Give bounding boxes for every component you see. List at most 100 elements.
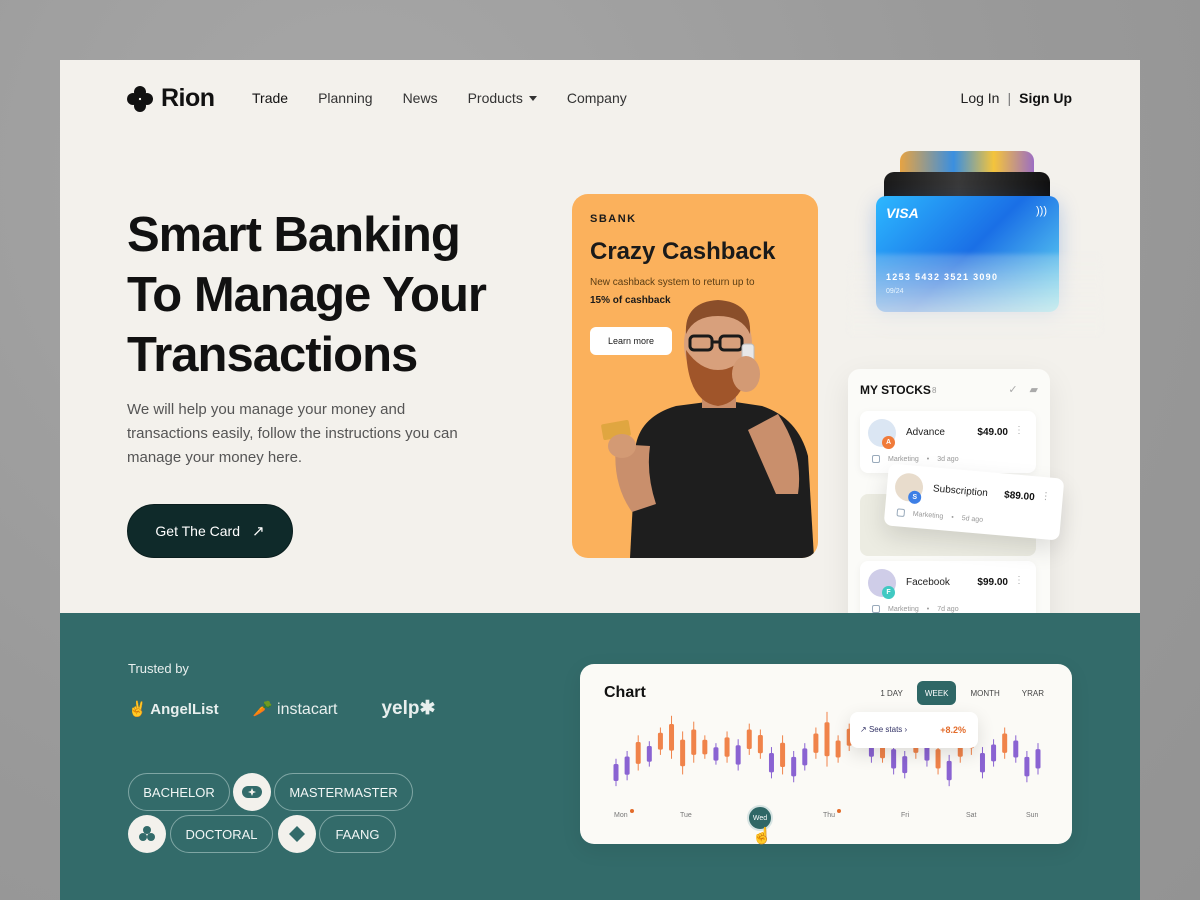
candle-body [680,739,686,767]
stock-name: Facebook [906,577,950,588]
stock-price: $99.00 [977,577,1008,588]
nav-company[interactable]: Company [567,90,627,106]
pill-doctoral[interactable]: DOCTORAL [170,815,273,853]
stock-category: Marketing [912,510,944,520]
arrow-up-right-icon: ↗ [251,523,265,540]
landing-page: Rion Trade Planning News Products Compan… [60,60,1140,900]
get-card-button[interactable]: Get The Card ↗ [127,504,293,558]
sparkle-icon-glyph [242,786,262,798]
candle-body [691,729,697,755]
yelp-logo: yelp✱ [381,698,436,719]
stock-meta: Marketing • 7d ago [872,605,959,613]
candle-body [1002,733,1008,753]
more-icon[interactable]: ⋮ [1040,491,1051,503]
nav-planning-label: Planning [318,90,373,106]
man-with-phone-illustration [601,300,814,558]
stats-tooltip[interactable]: ↗ See stats › +8.2% [850,712,978,748]
auth-links: Log In | Sign Up [961,90,1072,106]
logo-text: Rion [161,84,215,112]
more-icon[interactable]: ⋮ [1014,425,1024,436]
stock-price: $49.00 [977,427,1008,438]
candle-body [902,756,908,774]
day-label[interactable]: Sun [1026,812,1038,819]
candle-body [946,760,952,781]
day-label[interactable]: Fri [901,812,909,819]
tag-icon [896,508,906,517]
partner-logos: ✌ AngelList 🥕 instacart yelp✱ [128,697,435,720]
nav-news[interactable]: News [403,90,438,106]
stock-name: Subscription [932,483,989,500]
candle-body [613,764,619,781]
cashback-promo-card: SBANK Crazy Cashback New cashback system… [572,194,818,558]
hero-title: Smart Banking To Manage Your Transaction… [127,205,547,385]
nav-trade[interactable]: Trade [252,90,288,106]
day-label[interactable]: Sat [966,812,977,819]
card-expiry: 09/24 [886,288,904,295]
pill-mastermaster[interactable]: MASTERMASTER [274,773,413,811]
signup-link[interactable]: Sign Up [1019,90,1072,106]
angellist-logo: ✌ AngelList [128,700,219,718]
day-label[interactable]: Tue [680,812,692,819]
stock-row-advance[interactable]: A Advance $49.00 ⋮ Marketing • 3d ago [860,411,1036,473]
candle-body [935,749,941,769]
pill-bachelor[interactable]: BACHELOR [128,773,230,811]
hero-title-line: Transactions [127,328,418,382]
candle-body [646,746,652,762]
candle-body [1024,756,1030,777]
clover-icon [128,815,166,853]
nav-products-label: Products [467,90,523,106]
candle-body [768,753,774,773]
candle-body [657,732,663,750]
trusted-label: Trusted by [128,661,189,676]
day-label[interactable]: Mon [614,812,628,819]
day-label[interactable]: Thu [823,812,835,819]
caret-down-icon [528,95,537,101]
candle-body [835,740,841,758]
stock-category: Marketing [888,455,919,463]
nav-trade-label: Trade [252,90,289,106]
nav-products[interactable]: Products [468,90,537,106]
nav-links: Trade Planning News Products Company [252,90,627,106]
candle-body [991,744,997,762]
pill-faang[interactable]: FAANG [319,815,396,853]
yelp-text: yelp [381,698,420,719]
top-nav: Rion Trade Planning News Products Compan… [60,60,1140,136]
stock-time: 7d ago [937,605,959,613]
tooltip-label: See stats [868,725,903,734]
stock-time: 3d ago [937,455,959,463]
auth-separator: | [1007,90,1012,106]
candle-body [735,745,741,765]
candle-body [746,729,752,749]
stock-meta: Marketing • 5d ago [896,508,983,524]
login-link[interactable]: Log In [961,90,1000,106]
stock-badge: S [907,490,922,505]
stocks-count: 8 [932,386,937,395]
nav-planning[interactable]: Planning [318,90,373,106]
hand-cursor-icon: ☝ [752,828,772,845]
candle-body [780,742,786,768]
stock-badge: F [882,586,895,599]
candle-body [702,739,708,755]
folder-icon[interactable]: ▰ [1030,383,1038,396]
dot-separator: • [951,513,955,521]
tooltip-value: +8.2% [940,725,966,735]
candle-body [624,756,630,775]
clover-icon-glyph [139,826,155,841]
stock-badge: A [882,436,895,449]
diamond-icon [278,815,316,853]
event-dot [837,809,841,813]
chart-panel: Chart 1 DAY WEEK MONTH YRAR ↗ See stats … [580,664,1072,845]
more-icon[interactable]: ⋮ [1014,575,1024,586]
stock-name: Advance [906,427,945,438]
contactless-icon: ))) [1036,205,1047,217]
candle-body [713,747,719,761]
candle-body [802,748,808,766]
tag-icon [872,455,880,463]
stock-time: 5d ago [961,514,984,524]
candle-body [635,742,641,764]
stocks-title: MY STOCKS [860,383,931,397]
instacart-text: instacart [277,700,338,718]
candle-body [813,733,819,753]
check-icon[interactable]: ✓ [1008,383,1017,396]
logo[interactable]: Rion [127,84,215,113]
